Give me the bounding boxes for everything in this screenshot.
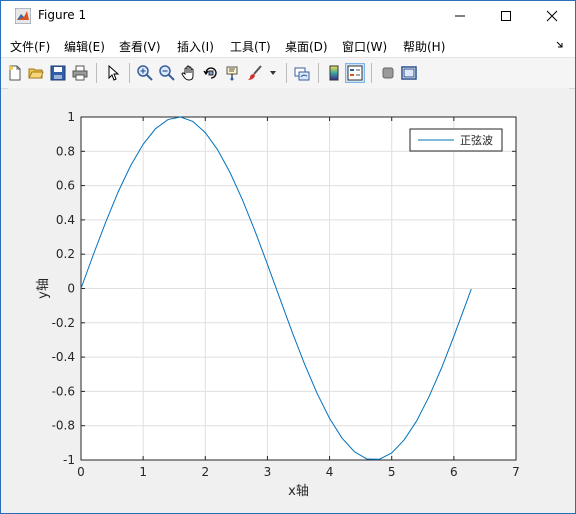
brush-icon: [248, 65, 262, 80]
legend-icon: [347, 65, 363, 81]
chevron-down-icon: [270, 71, 276, 75]
insert-colorbar-button[interactable]: [324, 63, 344, 83]
window-title: Figure 1: [38, 8, 87, 22]
menu-bar: 文件(F) 编辑(E) 查看(V) 插入(I) 工具(T) 桌面(D) 窗口(W…: [1, 31, 575, 57]
link-plot-icon: [294, 67, 310, 81]
y-tick-label: 0.6: [56, 179, 75, 193]
minimize-icon: [455, 15, 465, 17]
new-figure-icon: [9, 65, 21, 81]
hide-plot-tools-icon: [382, 67, 394, 79]
menu-desktop[interactable]: 桌面(D): [285, 38, 328, 55]
hide-plot-tools-button[interactable]: [378, 63, 398, 83]
pan-icon: [181, 65, 194, 81]
rotate-3d-button[interactable]: [201, 63, 221, 83]
pointer-icon: [108, 65, 120, 81]
maximize-icon: [501, 11, 511, 21]
minimize-button[interactable]: [437, 1, 483, 31]
menu-insert[interactable]: 插入(I): [177, 38, 214, 55]
open-file-button[interactable]: [26, 63, 46, 83]
toolbar-separator: [129, 63, 130, 83]
legend[interactable]: 正弦波: [409, 128, 503, 152]
menu-tools[interactable]: 工具(T): [230, 38, 271, 55]
menu-help[interactable]: 帮助(H): [403, 38, 445, 55]
legend-label: 正弦波: [460, 133, 493, 147]
y-tick-label: -0.4: [52, 350, 75, 364]
x-tick-label: 2: [201, 465, 209, 479]
save-icon: [50, 65, 66, 81]
menu-edit[interactable]: 编辑(E): [64, 38, 105, 55]
edit-plot-button[interactable]: [103, 63, 123, 83]
toolbar-separator: [286, 63, 287, 83]
toolbar-separator: [96, 63, 97, 83]
zoom-out-button[interactable]: [157, 63, 177, 83]
x-tick-label: 6: [450, 465, 458, 479]
data-cursor-button[interactable]: [223, 63, 243, 83]
menu-window[interactable]: 窗口(W): [342, 38, 387, 55]
new-figure-button[interactable]: [5, 63, 25, 83]
figure-canvas[interactable]: 0 1 2 3 4 5 6 7 -1 -0.8 -0.6 -0.4 -0.2 0 0.2 0.4 0.6 0.8…: [8, 88, 569, 506]
toolbar-separator: [371, 63, 372, 83]
save-button[interactable]: [48, 63, 68, 83]
dock-arrow-icon[interactable]: [556, 41, 564, 49]
brush-button[interactable]: [245, 63, 265, 83]
x-tick-label: 7: [512, 465, 520, 479]
zoom-out-icon: [159, 65, 175, 81]
data-cursor-icon: [226, 66, 238, 81]
close-button[interactable]: [529, 1, 575, 31]
close-icon: [546, 10, 558, 22]
title-bar[interactable]: Figure 1: [1, 1, 575, 31]
link-plot-button[interactable]: [292, 63, 312, 83]
menu-view[interactable]: 查看(V): [119, 38, 161, 55]
y-tick-label: -0.6: [52, 384, 75, 398]
pan-button[interactable]: [179, 63, 199, 83]
zoom-in-button[interactable]: [135, 63, 155, 83]
y-tick-label: 0.4: [56, 213, 75, 227]
print-icon: [72, 65, 88, 81]
maximize-button[interactable]: [483, 1, 529, 31]
y-tick-label: 0.2: [56, 247, 75, 261]
y-tick-label: -1: [63, 453, 75, 467]
rotate-3d-icon: [203, 67, 217, 79]
insert-legend-button[interactable]: [345, 63, 365, 83]
x-tick-label: 0: [77, 465, 85, 479]
line-chart[interactable]: 0 1 2 3 4 5 6 7 -1 -0.8 -0.6 -0.4 -0.2 0 0.2 0.4 0.6 0.8…: [8, 88, 569, 506]
matlab-logo-icon: [15, 8, 31, 24]
x-tick-label: 4: [326, 465, 334, 479]
show-plot-tools-icon: [401, 66, 417, 80]
colorbar-icon: [329, 65, 339, 81]
x-tick-label: 1: [139, 465, 147, 479]
toolbar-separator: [318, 63, 319, 83]
y-tick-label: 0: [67, 282, 75, 296]
brush-dropdown-button[interactable]: [267, 63, 279, 83]
y-tick-label: -0.8: [52, 419, 75, 433]
x-tick-label: 3: [264, 465, 272, 479]
figure-window: Figure 1 文件(F) 编辑(E) 查看(V) 插入(I) 工具(T) 桌…: [0, 0, 576, 514]
x-tick-label: 5: [388, 465, 396, 479]
toolbar: [1, 57, 575, 89]
y-tick-label: 1: [67, 110, 75, 124]
y-tick-label: -0.2: [52, 316, 75, 330]
open-file-icon: [28, 68, 44, 79]
zoom-in-icon: [137, 65, 153, 81]
x-axis-label: x轴: [288, 484, 309, 499]
y-tick-label: 0.8: [56, 144, 75, 158]
show-plot-tools-button[interactable]: [399, 63, 419, 83]
menu-file[interactable]: 文件(F): [10, 38, 50, 55]
print-button[interactable]: [70, 63, 90, 83]
y-axis-label: y轴: [36, 278, 51, 299]
